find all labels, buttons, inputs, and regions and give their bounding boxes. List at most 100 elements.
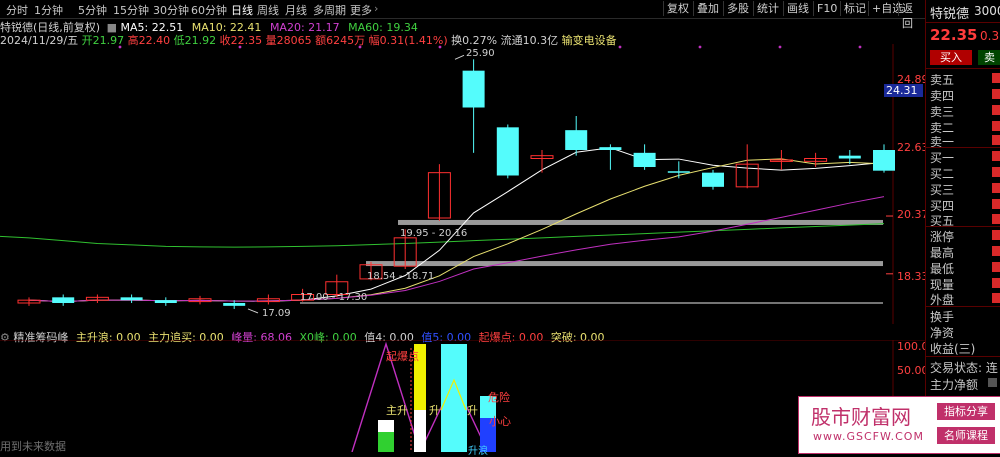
candle-body-down <box>120 297 143 301</box>
blast-point-label: 起爆点 <box>386 350 419 363</box>
indicator-tick-50: 50.00 <box>897 364 929 377</box>
price-tick-3: 20.37 <box>897 208 929 221</box>
rp-value-stub <box>992 199 1000 209</box>
period-tab-monthly[interactable]: 月线 <box>285 2 307 18</box>
low-leader-line <box>247 308 259 314</box>
rp-stock-code: 3000 <box>974 4 1000 18</box>
candle-body-down <box>496 127 519 176</box>
rise-label-1: 主升 <box>386 404 408 417</box>
rp-value-stub <box>992 278 1000 288</box>
candle-body-down <box>223 303 246 306</box>
rp-value-stub <box>992 293 1000 303</box>
signal-dot <box>698 45 702 49</box>
danger-label: 危险 <box>488 391 510 404</box>
bar-white <box>378 420 394 432</box>
rp-last-price: 22.35 <box>930 26 978 44</box>
turnover-label: 换手 <box>930 310 955 324</box>
candle-body-down <box>154 300 177 303</box>
main-net-label: 主力净额 <box>930 378 979 392</box>
indicator-tick-100: 100.0 <box>897 340 929 353</box>
restore-rights-button[interactable]: 复权 <box>663 1 692 16</box>
price-cursor-marker: 24.31 <box>884 84 923 97</box>
more-arrow-icon[interactable]: › <box>374 2 378 15</box>
candle-body-down <box>838 155 861 159</box>
rp-value-stub <box>992 262 1000 272</box>
statistics-button[interactable]: 统计 <box>753 1 782 16</box>
trade-status-label: 交易状态: 连 <box>930 361 998 375</box>
watermark-tag-indicators: 指标分享 <box>937 403 995 420</box>
rp-value-stub <box>992 105 1000 115</box>
signal-dot <box>118 45 122 49</box>
peak-price-label: 25.90 <box>466 48 495 59</box>
signal-dot <box>858 45 862 49</box>
watermark-url: www.GSCFW.COM <box>813 430 924 443</box>
period-tab-daily[interactable]: 日线 <box>231 2 253 18</box>
rp-value-stub <box>992 214 1000 224</box>
signal-dot <box>438 45 442 49</box>
sell-button[interactable]: 卖 <box>978 50 1000 65</box>
caution-label: 小心 <box>489 415 511 428</box>
support-zone-1-bar <box>398 219 883 225</box>
price-tick-2: 22.63 <box>897 141 929 154</box>
support-zone-2-label: 18.54 - 18.71 <box>367 271 435 282</box>
rp-value-stub <box>992 167 1000 177</box>
candle-body-down <box>873 150 895 171</box>
support-zone-1-label: 19.95 - 20.16 <box>400 228 468 239</box>
rp-value-stub <box>992 89 1000 99</box>
overlay-button[interactable]: 叠加 <box>693 1 722 16</box>
signal-dot <box>778 45 782 49</box>
bottom-rise-label: 升浪 <box>468 446 488 457</box>
watermark-title: 股市财富网 <box>811 405 911 429</box>
bid-2-label: 买二 <box>930 167 955 181</box>
multi-stock-button[interactable]: 多股 <box>723 1 752 16</box>
period-tab-30min[interactable]: 30分钟 <box>153 2 189 18</box>
signal-dot <box>618 45 622 49</box>
rise-label-3: 升 <box>467 404 478 417</box>
period-tab-timeshare[interactable]: 分时 <box>6 2 28 18</box>
rp-value-stub <box>992 246 1000 256</box>
candle-body-down <box>462 70 485 108</box>
period-tab-15min[interactable]: 15分钟 <box>113 2 149 18</box>
period-tab-weekly[interactable]: 周线 <box>257 2 279 18</box>
main-net-toggle-icon[interactable] <box>988 378 997 387</box>
ma20-line <box>28 196 885 303</box>
back-button[interactable]: 返回 <box>898 1 925 30</box>
limit-up-label: 涨停 <box>930 230 955 244</box>
high-label: 最高 <box>930 246 955 260</box>
bar-white-2 <box>414 410 426 452</box>
ask-4-label: 卖四 <box>930 89 955 103</box>
draw-line-button[interactable]: 画线 <box>783 1 812 16</box>
bid-1-label: 买一 <box>930 151 955 165</box>
rp-value-stub <box>992 230 1000 240</box>
peak-leader-line <box>454 54 465 60</box>
candle-body-down <box>702 172 724 187</box>
watermark-tag-courses: 名师课程 <box>937 427 995 444</box>
indicator-chart[interactable] <box>0 340 925 452</box>
low-price-label: 17.09 <box>262 308 291 319</box>
rp-value-stub <box>992 151 1000 161</box>
main-force-bar-cyan <box>441 344 467 452</box>
candlestick-chart[interactable] <box>0 44 925 324</box>
signal-dot <box>358 45 362 49</box>
support-zone-3-label: 17.00 - 17.30 <box>300 292 368 303</box>
rp-value-stub <box>992 121 1000 131</box>
site-watermark: 股市财富网 www.GSCFW.COM 指标分享 名师课程 <box>798 396 1000 454</box>
ask-3-label: 卖三 <box>930 105 955 119</box>
candle-body-down <box>667 171 690 173</box>
period-toolbar: 分时 1分钟 5分钟 15分钟 30分钟 60分钟 日线 周线 月线 多周期 更… <box>0 0 925 30</box>
candle-body-down <box>633 152 656 167</box>
period-tab-1min[interactable]: 1分钟 <box>34 2 63 18</box>
period-tab-60min[interactable]: 60分钟 <box>191 2 227 18</box>
signal-dot <box>238 45 242 49</box>
low-label: 最低 <box>930 262 955 276</box>
period-tab-more[interactable]: 更多 <box>350 2 372 18</box>
rp-change: 0.31 <box>980 29 1000 43</box>
f10-button[interactable]: F10 <box>813 1 840 16</box>
buy-button[interactable]: 买入 <box>930 50 972 65</box>
quote-side-panel: 特锐德 3000 22.35 0.31 买入 卖 卖五 卖四 卖三 卖二 卖一 … <box>925 0 1000 452</box>
period-tab-5min[interactable]: 5分钟 <box>78 2 107 18</box>
rp-value-stub <box>992 135 1000 145</box>
period-tab-multi[interactable]: 多周期 <box>313 2 346 18</box>
mark-button[interactable]: 标记 <box>840 1 869 16</box>
candle-body-down <box>599 147 622 150</box>
